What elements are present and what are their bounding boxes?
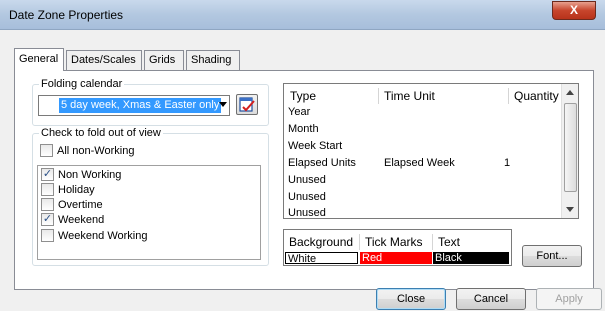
color-header-text: Text bbox=[438, 235, 461, 249]
all-non-working-checkbox[interactable]: All non-Working bbox=[40, 143, 135, 159]
table-row-type[interactable]: Unused bbox=[288, 190, 326, 205]
tab-shading[interactable]: Shading bbox=[186, 50, 240, 70]
checkbox-box[interactable] bbox=[40, 143, 53, 157]
close-window-button[interactable]: X bbox=[552, 1, 596, 20]
column-header-type[interactable]: Type bbox=[290, 88, 316, 104]
fold-item-weekend[interactable]: ✓ Weekend bbox=[41, 212, 105, 228]
scroll-up-icon[interactable] bbox=[566, 90, 574, 95]
fold-item-holiday[interactable]: Holiday bbox=[41, 182, 95, 198]
text-color-swatch[interactable]: Black bbox=[433, 252, 509, 264]
scroll-thumb[interactable] bbox=[564, 103, 577, 192]
checkbox-box[interactable] bbox=[41, 228, 54, 242]
scale-table: Type Time Unit Quantity Year Month Week … bbox=[283, 83, 579, 219]
table-row-type[interactable]: Elapsed Units bbox=[288, 156, 356, 171]
edit-calendar-icon bbox=[239, 97, 255, 112]
folding-calendar-label: Folding calendar bbox=[39, 78, 125, 90]
all-non-working-label: All non-Working bbox=[57, 145, 135, 157]
color-header-background: Background bbox=[289, 235, 354, 249]
fold-out-label: Check to fold out of view bbox=[39, 127, 163, 139]
column-divider bbox=[508, 88, 509, 104]
table-row-type[interactable]: Unused bbox=[288, 173, 326, 188]
table-row-quantity[interactable]: 1 bbox=[504, 156, 510, 171]
colors-table: Background Tick Marks Text White Red Bla… bbox=[283, 229, 512, 266]
fold-item-non-working[interactable]: ✓ Non Working bbox=[41, 167, 122, 183]
check-icon[interactable]: ✓ bbox=[41, 212, 54, 226]
fold-item-label: Overtime bbox=[58, 199, 103, 211]
fold-item-overtime[interactable]: Overtime bbox=[41, 197, 103, 213]
cancel-button[interactable]: Cancel bbox=[456, 288, 526, 310]
scroll-down-icon[interactable] bbox=[566, 207, 574, 212]
column-header-quantity[interactable]: Quantity bbox=[514, 88, 559, 104]
table-row-time-unit[interactable]: Elapsed Week bbox=[384, 156, 455, 171]
fold-item-label: Non Working bbox=[58, 169, 122, 181]
window-title: Date Zone Properties bbox=[9, 8, 124, 22]
table-scrollbar[interactable] bbox=[561, 84, 578, 218]
table-row-type[interactable]: Month bbox=[288, 122, 319, 137]
check-icon[interactable]: ✓ bbox=[41, 167, 54, 181]
tab-dates-scales[interactable]: Dates/Scales bbox=[66, 50, 142, 70]
column-header-time-unit[interactable]: Time Unit bbox=[384, 88, 435, 104]
tab-grids[interactable]: Grids bbox=[144, 50, 184, 70]
tab-general[interactable]: General bbox=[14, 48, 64, 71]
column-divider bbox=[359, 234, 360, 250]
color-header-tick-marks: Tick Marks bbox=[365, 235, 423, 249]
fold-item-label: Holiday bbox=[58, 184, 95, 196]
table-row-type[interactable]: Year bbox=[288, 105, 310, 120]
folding-calendar-value: 5 day week, Xmas & Easter only bbox=[59, 98, 222, 113]
column-divider bbox=[378, 88, 379, 104]
checkbox-box[interactable] bbox=[41, 182, 54, 196]
background-color-swatch[interactable]: White bbox=[285, 252, 358, 265]
column-divider bbox=[432, 234, 433, 250]
fold-item-label: Weekend Working bbox=[58, 230, 148, 242]
chevron-down-icon[interactable] bbox=[219, 102, 227, 107]
tick-marks-color-swatch[interactable]: Red bbox=[360, 252, 432, 264]
table-row-type[interactable]: Unused bbox=[288, 206, 326, 218]
folding-calendar-select[interactable]: 5 day week, Xmas & Easter only bbox=[38, 95, 230, 116]
close-button[interactable]: Close bbox=[376, 288, 446, 310]
fold-item-label: Weekend bbox=[58, 214, 105, 226]
edit-calendar-button[interactable] bbox=[236, 94, 258, 115]
apply-button[interactable]: Apply bbox=[536, 288, 602, 310]
title-bar: Date Zone Properties X bbox=[0, 0, 605, 30]
table-row-type[interactable]: Week Start bbox=[288, 139, 342, 154]
checkbox-box[interactable] bbox=[41, 197, 54, 211]
font-button[interactable]: Font... bbox=[522, 245, 582, 267]
fold-item-weekend-working[interactable]: Weekend Working bbox=[41, 228, 148, 244]
